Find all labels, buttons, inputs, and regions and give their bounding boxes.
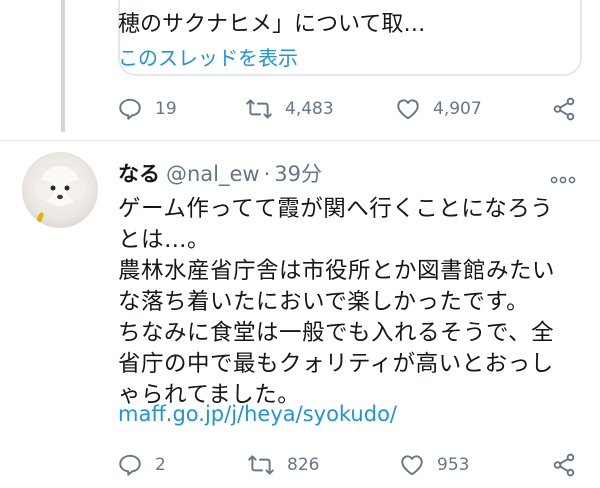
reply-count: 2 [155, 455, 166, 475]
more-options-button[interactable] [550, 170, 576, 189]
reply-button[interactable]: 19 [117, 96, 177, 122]
heart-icon [397, 99, 419, 120]
like-count: 953 [437, 455, 470, 475]
like-button[interactable]: 4,907 [395, 96, 482, 122]
display-name[interactable]: なる [118, 162, 160, 186]
tweet-divider [0, 140, 600, 141]
tweet-header: なる @nal_ew · 39分 [118, 158, 322, 188]
user-handle[interactable]: @nal_ew [166, 162, 260, 186]
poodle-avatar-image [34, 166, 86, 228]
timestamp[interactable]: 39分 [274, 162, 322, 186]
tweet-line: ちなみに食堂は一般でも入れるそうで、全 [118, 320, 555, 346]
tweet-line: 農林水産省庁舎は市役所とか図書館みたい [118, 258, 556, 284]
show-thread-link[interactable]: このスレッドを表示 [118, 42, 298, 71]
reply-icon [119, 98, 141, 120]
tweet-action-bar: 2 826 953 [117, 452, 587, 482]
reply-icon [119, 454, 141, 476]
tweet-url-link[interactable]: maff.go.jp/j/heya/syokudo/ [118, 402, 397, 426]
share-icon [553, 453, 575, 477]
tweet-body: ゲーム作ってて霞が関へ行くことになろう とは…。 農林水産省庁舎は市役所とか図書… [118, 194, 586, 411]
retweet-icon [248, 455, 274, 475]
separator-dot: · [263, 162, 271, 186]
retweet-count: 826 [287, 455, 320, 475]
quoted-action-bar: 19 4,483 4,907 [117, 96, 587, 126]
reply-count: 19 [155, 99, 177, 119]
heart-icon [401, 455, 423, 476]
retweet-button[interactable]: 4,483 [245, 96, 334, 122]
more-icon [550, 176, 576, 184]
retweet-count: 4,483 [285, 99, 334, 119]
avatar[interactable] [22, 152, 98, 228]
tweet-line: とは…。 [118, 227, 211, 253]
thread-connector-line [61, 0, 65, 132]
share-icon [553, 97, 575, 121]
tweet-line: 省庁の中で最もクォリティが高いとおっし [118, 351, 554, 377]
retweet-icon [246, 99, 272, 119]
share-button[interactable] [551, 96, 577, 122]
tweet-line: な落ち着いたにおいで楽しかったです。 [118, 289, 530, 315]
tweet-line: ゲーム作ってて霞が関へ行くことになろう [118, 196, 554, 222]
reply-button[interactable]: 2 [117, 452, 166, 478]
share-button[interactable] [551, 452, 577, 478]
like-count: 4,907 [433, 99, 482, 119]
quoted-tweet-text: 穂のサクナヒメ」について取… [118, 12, 426, 37]
retweet-button[interactable]: 826 [247, 452, 319, 478]
like-button[interactable]: 953 [399, 452, 469, 478]
